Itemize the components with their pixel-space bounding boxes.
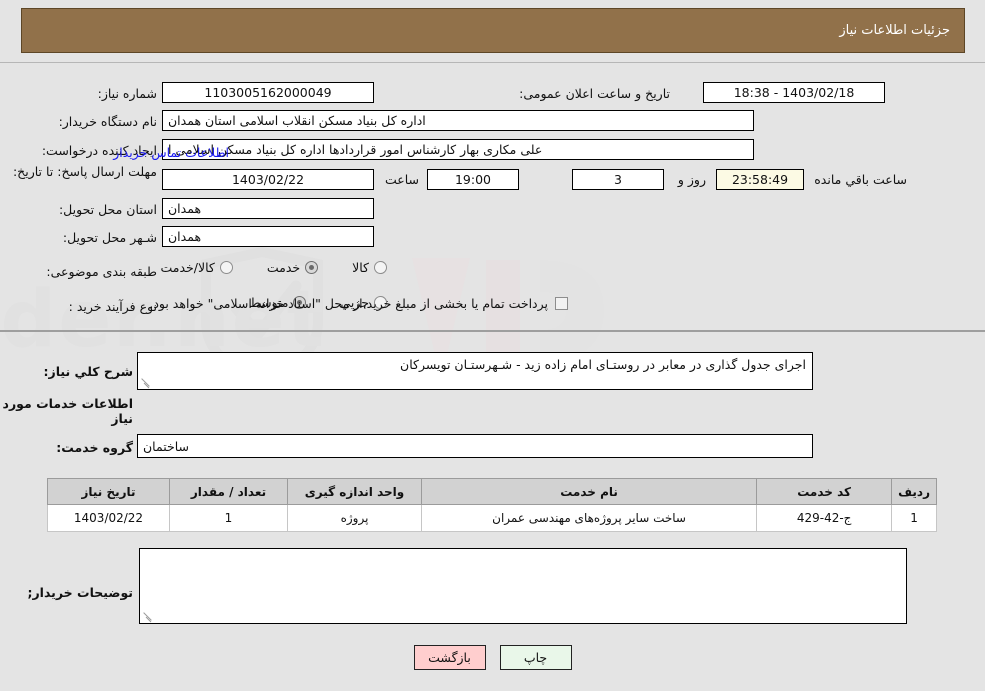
back-button[interactable]: بازگشت [413,645,486,670]
col-code: کد خدمت [756,478,893,505]
col-need-date: تاریخ نیاز [47,478,170,505]
resize-grip-icon[interactable] [142,610,154,622]
cell-name: ساخت سایر پروژه‌های مهندسی عمران [420,504,758,532]
page-title: جزئیات اطلاعات نیاز [839,23,950,38]
col-unit: واحد اندازه گیری [287,478,422,505]
cell-unit: پروژه [287,504,422,532]
cell-need-date: 1403/02/22 [47,504,170,532]
summary-panel [0,62,985,332]
services-section-title: اطلاعات خدمات مورد نیاز [2,396,133,426]
buyer-notes-label-row: توضیحات خریدار; [21,581,133,603]
description-textarea[interactable]: اجرای جدول گذاری در معابر در روستـای اما… [137,352,813,390]
cell-code: ج-42-429 [756,504,893,532]
resize-grip-icon[interactable] [140,376,152,388]
col-name: نام خدمت [420,478,758,505]
page-root: AriaTender.net جزئیات اطلاعات نیاز شماره… [0,0,985,691]
service-group-field[interactable]: ساختمان [137,434,813,458]
table-header-row: ردیف کد خدمت نام خدمت واحد اندازه گیری ت… [47,478,937,505]
col-index: ردیف [891,478,937,505]
table-row[interactable]: 1 ج-42-429 ساخت سایر پروژه‌های مهندسی عم… [47,504,937,532]
service-group-label: گروه خدمت: [56,439,133,455]
footer-button-bar: چاپ بازگشت [0,645,985,670]
window-title-bar: جزئیات اطلاعات نیاز [21,8,965,53]
cell-quantity: 1 [169,504,288,532]
description-label: شرح کلي نیاز: [43,363,133,379]
description-text: اجرای جدول گذاری در معابر در روستـای اما… [400,357,806,372]
cell-index: 1 [891,504,937,532]
col-quantity: تعداد / مقدار [169,478,288,505]
buyer-notes-textarea[interactable] [139,548,907,624]
buyer-notes-label: توضیحات خریدار; [27,584,133,600]
description-label-row: شرح کلي نیاز: [38,360,133,382]
service-group-label-row: گروه خدمت: [50,436,133,458]
print-button[interactable]: چاپ [499,645,572,670]
services-table: ردیف کد خدمت نام خدمت واحد اندازه گیری ت… [47,478,937,532]
